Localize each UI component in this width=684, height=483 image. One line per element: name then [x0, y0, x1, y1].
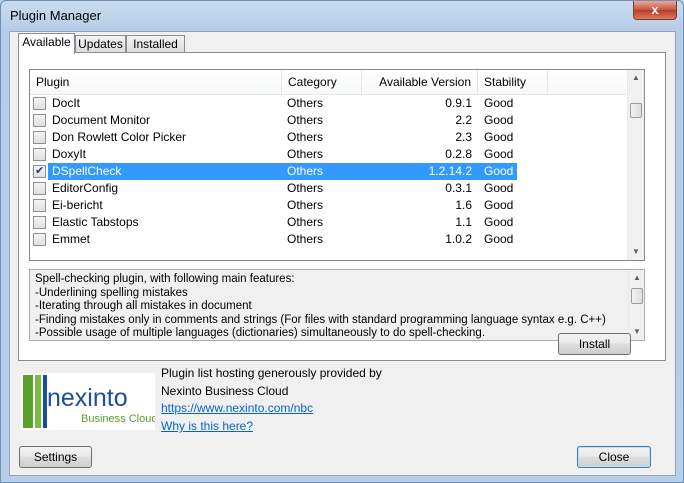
- list-item[interactable]: Elastic Tabstops Others 1.1 Good: [30, 214, 626, 231]
- description-line: -Underlining spelling mistakes: [35, 286, 188, 299]
- plugin-name: Elastic Tabstops: [52, 215, 139, 229]
- plugin-list[interactable]: Plugin Category Available Version Stabil…: [29, 69, 645, 261]
- plugin-category: Others: [287, 215, 324, 229]
- plugin-version: 1.1: [455, 215, 472, 229]
- plugin-category: Others: [287, 181, 324, 195]
- scroll-up-arrow-icon[interactable]: ▲: [629, 270, 644, 286]
- list-item[interactable]: Don Rowlett Color Picker Others 2.3 Good: [30, 129, 626, 146]
- plugin-stability: Good: [484, 130, 514, 144]
- scroll-down-arrow-icon[interactable]: ▼: [629, 324, 644, 340]
- description-line: Spell-checking plugin, with following ma…: [35, 273, 295, 285]
- plugin-stability: Good: [484, 181, 514, 195]
- settings-button[interactable]: Settings: [19, 446, 92, 468]
- list-item[interactable]: DocIt Others 0.9.1 Good: [30, 95, 626, 112]
- plugin-name: Ei-bericht: [52, 198, 103, 212]
- plugin-version: 1.6: [455, 198, 472, 212]
- plugin-version: 2.2: [455, 113, 472, 127]
- column-header-version[interactable]: Available Version: [362, 70, 478, 94]
- plugin-version: 0.3.1: [445, 181, 472, 195]
- window-title: Plugin Manager: [10, 8, 102, 23]
- plugin-checkbox[interactable]: [33, 163, 46, 180]
- scroll-thumb[interactable]: [630, 103, 642, 118]
- plugin-checkbox[interactable]: [33, 216, 46, 229]
- plugin-name: Emmet: [52, 232, 91, 246]
- description-line: -Finding mistakes only in comments and s…: [35, 313, 606, 326]
- plugin-list-header: Plugin Category Available Version Stabil…: [30, 70, 626, 95]
- plugin-version: 0.2.8: [445, 147, 472, 161]
- description-scrollbar[interactable]: ▲ ▼: [628, 270, 644, 340]
- why-is-this-here-link[interactable]: Why is this here?: [161, 419, 253, 433]
- plugin-name: Document Monitor: [52, 113, 151, 127]
- plugin-name: DocIt: [52, 96, 81, 110]
- plugin-stability: Good: [484, 232, 514, 246]
- plugin-category: Others: [287, 113, 324, 127]
- plugin-checkbox[interactable]: [33, 148, 46, 161]
- column-header-plugin[interactable]: Plugin: [30, 70, 282, 94]
- close-button[interactable]: Close: [577, 446, 651, 468]
- plugin-checkbox[interactable]: [33, 182, 46, 195]
- available-tab-page: Plugin Category Available Version Stabil…: [18, 52, 666, 361]
- tab-available[interactable]: Available: [18, 33, 75, 54]
- column-header-stability[interactable]: Stability: [478, 70, 548, 94]
- plugin-category: Others: [287, 232, 324, 246]
- plugin-version: 1.2.14.2: [428, 164, 472, 178]
- list-item[interactable]: EditorConfig Others 0.3.1 Good: [30, 180, 626, 197]
- nexinto-logo: nexinto Business Cloud: [21, 373, 155, 430]
- plugin-stability: Good: [484, 147, 514, 161]
- plugin-category: Others: [287, 164, 324, 178]
- plugin-checkbox[interactable]: [33, 233, 46, 246]
- title-bar: Plugin Manager x: [1, 1, 683, 31]
- plugin-version: 0.9.1: [445, 96, 472, 110]
- plugin-checkbox[interactable]: [33, 97, 46, 110]
- install-button[interactable]: Install: [558, 333, 631, 355]
- plugin-stability: Good: [484, 96, 514, 110]
- hosting-line-1: Plugin list hosting generously provided …: [161, 366, 382, 380]
- list-item[interactable]: DSpellCheck Others 1.2.14.2 Good: [30, 163, 626, 180]
- window-close-button[interactable]: x: [633, 1, 677, 20]
- logo-name: nexinto: [47, 384, 128, 412]
- plugin-list-scrollbar[interactable]: ▲ ▼: [627, 70, 644, 260]
- scroll-up-arrow-icon[interactable]: ▲: [628, 70, 644, 86]
- description-line: -Possible usage of multiple languages (d…: [35, 327, 486, 339]
- list-item[interactable]: Emmet Others 1.0.2 Good: [30, 231, 626, 248]
- plugin-checkbox[interactable]: [33, 131, 46, 144]
- list-item[interactable]: DoxyIt Others 0.2.8 Good: [30, 146, 626, 163]
- plugin-name: DoxyIt: [52, 147, 87, 161]
- list-item[interactable]: Document Monitor Others 2.2 Good: [30, 112, 626, 129]
- logo-tagline: Business Cloud: [81, 413, 155, 425]
- plugin-stability: Good: [484, 164, 514, 178]
- hosting-line-2: Nexinto Business Cloud: [161, 384, 289, 398]
- plugin-stability: Good: [484, 198, 514, 212]
- description-scroll-thumb[interactable]: [631, 288, 643, 304]
- plugin-manager-window: Plugin Manager x Available Updates Insta…: [0, 0, 684, 483]
- tab-installed[interactable]: Installed: [126, 35, 185, 53]
- plugin-category: Others: [287, 96, 324, 110]
- dialog-client-area: Available Updates Installed Plugin Categ…: [9, 31, 676, 476]
- plugin-description-box[interactable]: Spell-checking plugin, with following ma…: [29, 269, 645, 341]
- list-item[interactable]: Ei-bericht Others 1.6 Good: [30, 197, 626, 214]
- description-text: Spell-checking plugin, with following ma…: [35, 273, 625, 340]
- hosting-url-link[interactable]: https://www.nexinto.com/nbc: [161, 401, 313, 415]
- plugin-name: DSpellCheck: [52, 164, 122, 178]
- scroll-down-arrow-icon[interactable]: ▼: [628, 244, 644, 260]
- description-line: -Iterating through all mistakes in docum…: [35, 300, 252, 312]
- plugin-category: Others: [287, 130, 324, 144]
- plugin-checkbox[interactable]: [33, 114, 46, 127]
- plugin-version: 2.3: [455, 130, 472, 144]
- plugin-name: EditorConfig: [52, 181, 119, 195]
- plugin-stability: Good: [484, 113, 514, 127]
- plugin-category: Others: [287, 147, 324, 161]
- plugin-category: Others: [287, 198, 324, 212]
- tab-updates[interactable]: Updates: [75, 35, 126, 53]
- plugin-version: 1.0.2: [445, 232, 472, 246]
- column-header-category[interactable]: Category: [282, 70, 362, 94]
- plugin-stability: Good: [484, 215, 514, 229]
- plugin-checkbox[interactable]: [33, 199, 46, 212]
- plugin-name: Don Rowlett Color Picker: [52, 130, 187, 144]
